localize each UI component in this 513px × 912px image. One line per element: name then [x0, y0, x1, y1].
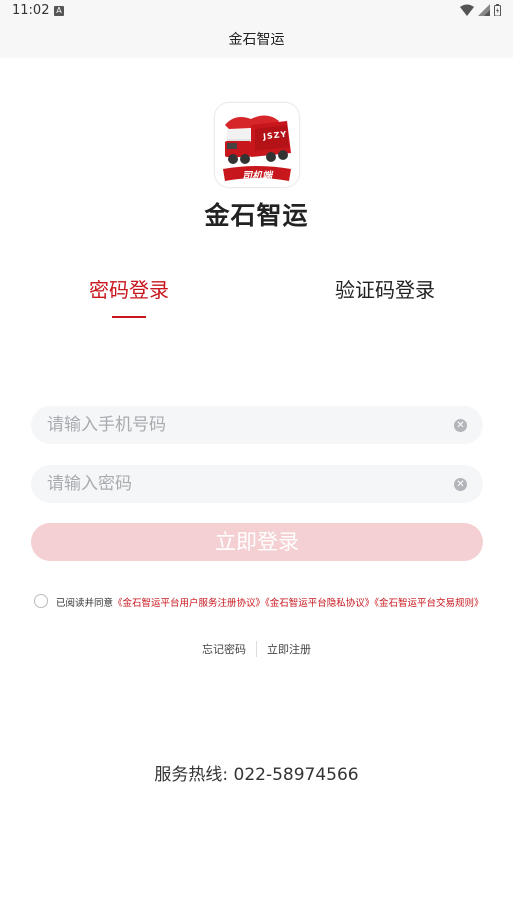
agreement-prefix: 已阅读并同意 [56, 598, 114, 609]
phone-field: ✕ [31, 406, 483, 444]
agreement-link-trade-rules[interactable]: 《金石智运平台交易规则》 [374, 598, 483, 609]
agreement-link-privacy[interactable]: 《金石智运平台隐私协议》 [265, 598, 374, 609]
battery-icon [494, 4, 501, 16]
status-time: 11:02 [12, 3, 50, 18]
status-bar: 11:02 A [0, 0, 513, 22]
register-link[interactable]: 立即注册 [267, 641, 311, 657]
app-logo: JSZY 司机端 [215, 103, 299, 187]
title-bar: 金石智运 [0, 22, 513, 58]
logo-badge-text: 司机端 [242, 171, 272, 182]
link-divider [256, 641, 257, 657]
page-title: 金石智运 [228, 32, 285, 48]
agreement-text: 已阅读并同意《金石智运平台用户服务注册协议》《金石智运平台隐私协议》《金石智运平… [56, 596, 486, 611]
active-tab-indicator [112, 316, 146, 318]
password-field: ✕ [31, 465, 483, 503]
agreement-checkbox[interactable] [34, 594, 48, 608]
login-button[interactable]: 立即登录 [31, 523, 483, 561]
brand-name: 金石智运 [204, 201, 309, 230]
tab-code-login[interactable]: 验证码登录 [320, 274, 450, 303]
service-hotline[interactable]: 服务热线: 022-58974566 [0, 760, 513, 785]
agreement-link-service[interactable]: 《金石智运平台用户服务注册协议》 [113, 598, 265, 609]
phone-input[interactable] [47, 406, 447, 444]
wifi-icon [460, 4, 474, 16]
clear-icon[interactable]: ✕ [454, 419, 467, 432]
signal-icon [478, 4, 490, 16]
password-input[interactable] [47, 465, 447, 503]
tab-password-login[interactable]: 密码登录 [70, 274, 188, 303]
forgot-password-link[interactable]: 忘记密码 [202, 641, 246, 657]
auth-links: 忘记密码 立即注册 [0, 640, 513, 658]
status-icons [460, 4, 501, 16]
notification-icon: A [54, 6, 64, 16]
clear-icon[interactable]: ✕ [454, 478, 467, 491]
